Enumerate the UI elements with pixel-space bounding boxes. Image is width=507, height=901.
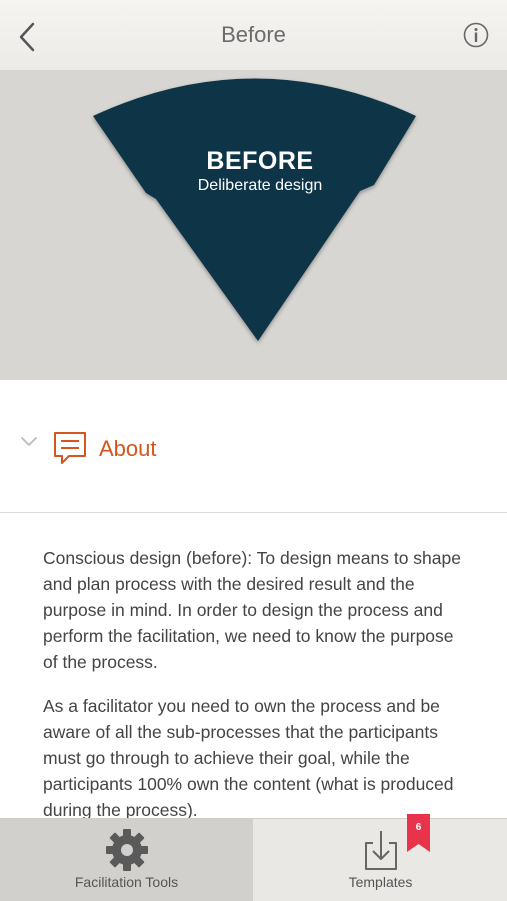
tab-label: Facilitation Tools <box>74 874 179 890</box>
ribbon-badge-shape <box>407 814 430 852</box>
tab-templates[interactable]: Templates <box>254 819 507 901</box>
hero-subtitle: Deliberate design <box>197 177 323 194</box>
page-title: Before <box>221 22 286 47</box>
about-label: About <box>99 436 157 461</box>
hero-title: BEFORE <box>206 147 314 175</box>
content-paragraph: Conscious design (before): To design mea… <box>43 548 461 672</box>
gear-icon <box>105 829 148 871</box>
info-button[interactable] <box>463 22 489 48</box>
tab-facilitation-tools[interactable]: Facilitation Tools <box>0 819 253 901</box>
about-section-header[interactable]: About <box>0 380 507 513</box>
info-icon <box>463 22 489 48</box>
speech-bubble-icon <box>54 432 86 464</box>
hero-banner: BEFORE Deliberate design <box>0 71 507 380</box>
download-tray-icon <box>364 831 397 870</box>
chevron-down-icon <box>21 437 37 446</box>
tab-bar: Facilitation Tools Templates <box>0 818 507 901</box>
notification-badge: 6 <box>407 814 430 852</box>
about-content: Conscious design (before): To design mea… <box>0 513 507 818</box>
nav-header: Before <box>0 0 507 71</box>
badge-count: 6 <box>415 822 422 833</box>
content-paragraph: As a facilitator you need to own the pro… <box>43 696 454 818</box>
tab-label: Templates <box>348 874 413 890</box>
before-funnel-shape <box>93 78 416 341</box>
